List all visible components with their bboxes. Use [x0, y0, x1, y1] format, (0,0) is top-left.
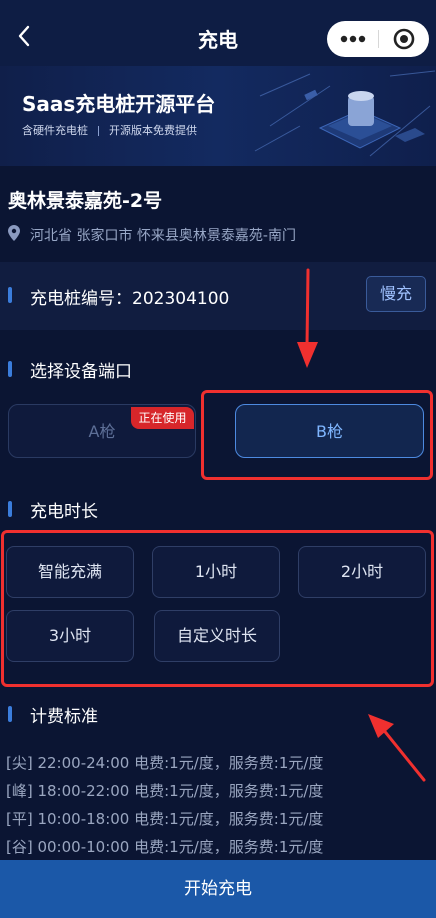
section-marker [8, 361, 12, 377]
section-marker [8, 706, 12, 722]
more-dots-icon[interactable] [327, 21, 378, 57]
mini-program-capsule [327, 21, 429, 57]
charger-code: 充电桩编号：202304100 [30, 289, 230, 309]
section-marker [8, 287, 12, 303]
duration-section-title: 充电时长 [30, 502, 98, 522]
fee-line-valley: [谷] 00:00-10:00 电费:1元/度，服务费:1元/度 [6, 838, 324, 856]
annotation-box-duration [1, 530, 434, 687]
station-address: 河北省 张家口市 怀来县奥林景泰嘉苑-南门 [8, 225, 296, 245]
station-name: 奥林景泰嘉苑-2号 [8, 190, 163, 212]
fee-line-peak: [峰] 18:00-22:00 电费:1元/度，服务费:1元/度 [6, 782, 324, 800]
target-icon[interactable] [379, 21, 429, 57]
in-use-badge: 正在使用 [131, 407, 194, 429]
fee-line-flat: [平] 10:00-18:00 电费:1元/度，服务费:1元/度 [6, 810, 324, 828]
banner-subtitle: 含硬件充电桩 开源版本免费提供 [22, 122, 197, 138]
fee-line-peak-top: [尖] 22:00-24:00 电费:1元/度，服务费:1元/度 [6, 754, 324, 772]
annotation-box-port-b [201, 390, 433, 480]
banner-divider [98, 126, 99, 136]
banner-subtitle-left: 含硬件充电桩 [22, 124, 88, 137]
annotation-arrow-up-left [368, 714, 426, 782]
section-marker [8, 501, 12, 517]
banner-title: Saas充电桩开源平台 [22, 92, 216, 116]
promo-banner[interactable]: Saas充电桩开源平台 含硬件充电桩 开源版本免费提供 [0, 66, 436, 166]
banner-subtitle-right: 开源版本免费提供 [109, 124, 197, 137]
billing-section-title: 计费标准 [30, 707, 98, 727]
ports-section-title: 选择设备端口 [30, 362, 132, 382]
location-pin-icon [8, 225, 20, 245]
annotation-arrow-down [297, 268, 318, 368]
charging-platform-illustration [254, 70, 436, 157]
slow-charge-badge: 慢充 [366, 276, 426, 312]
address-text: 河北省 张家口市 怀来县奥林景泰嘉苑-南门 [30, 228, 296, 244]
start-charging-button[interactable]: 开始充电 [0, 860, 436, 918]
